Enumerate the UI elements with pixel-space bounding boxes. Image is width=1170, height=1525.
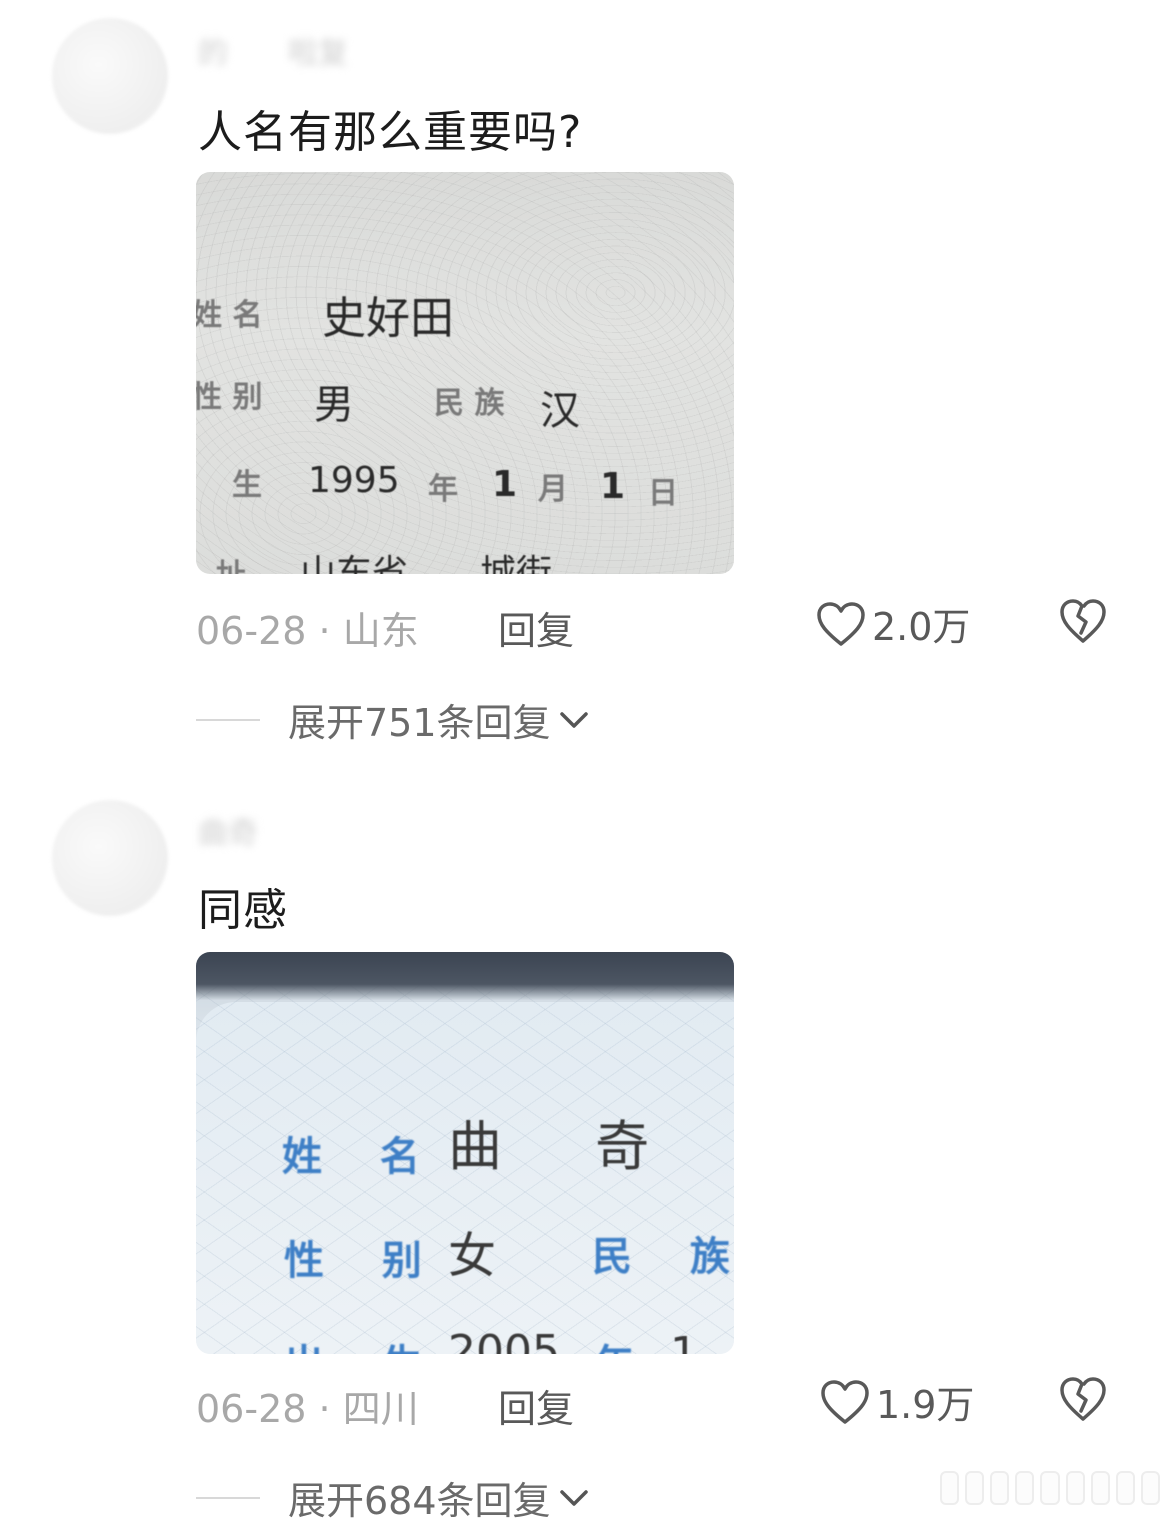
comment-date: 06-28: [196, 1387, 307, 1431]
meta-separator: ·: [318, 609, 343, 653]
broken-heart-icon[interactable]: [1058, 1374, 1108, 1424]
id-label-gender: 性 别: [196, 380, 263, 415]
id-address-value: 山东省……城街: [300, 553, 553, 574]
heart-outline-icon: [817, 601, 865, 646]
comment-image[interactable]: 姓 名 史好田 性 别 男 民 族 汉 生 1995 年 1 月 1 日 址 山…: [196, 172, 734, 574]
id-gender-value: 男: [314, 382, 354, 428]
comment-meta: 06-28 · 四川: [196, 1378, 419, 1433]
divider-line: [196, 718, 260, 721]
id-label-birth: 生: [232, 468, 262, 503]
id-label-ethnicity: 民 族: [592, 1234, 734, 1280]
chevron-down-icon: [559, 1489, 588, 1506]
id-ethnicity-value: 汉: [540, 388, 580, 434]
id-label-name: 姓 名: [196, 298, 263, 333]
id-day-value: 1: [600, 466, 626, 507]
comment-location: 山东: [342, 609, 419, 653]
avatar[interactable]: [52, 800, 168, 916]
reply-button[interactable]: 回复: [498, 600, 574, 655]
like-button[interactable]: 1.9万: [820, 1374, 974, 1429]
id-name-value: 史好田: [322, 293, 454, 344]
comment-text: 人名有那么重要吗?: [198, 107, 583, 158]
id-label-month: 月: [538, 472, 568, 507]
id-label-name: 姓 名: [282, 1134, 442, 1180]
like-button[interactable]: 2.0万: [816, 596, 970, 651]
comment-username[interactable]: 的 啦复: [198, 28, 348, 72]
comment-text: 同感: [198, 885, 288, 936]
meta-separator: ·: [318, 1387, 343, 1431]
id-label-year: 年: [594, 1332, 656, 1354]
id-label-birth: 出 生: [284, 1332, 444, 1354]
expand-replies-label: 展开684条回复: [288, 1479, 551, 1523]
comment-meta: 06-28 · 山东: [196, 600, 419, 655]
watermark: [940, 1470, 1160, 1506]
id-gender-value: 女: [448, 1228, 535, 1284]
expand-replies-label: 展开751条回复: [288, 701, 551, 745]
comment-image[interactable]: 姓 名 曲 奇 性 别 女 民 族 出 生 2005 年 1: [196, 952, 734, 1354]
id-label-year: 年: [428, 472, 458, 507]
id-year-value: 2005: [448, 1326, 560, 1354]
id-label-gender: 性 别: [284, 1238, 444, 1284]
like-count: 1.9万: [876, 1383, 975, 1427]
broken-heart-icon[interactable]: [1058, 596, 1108, 646]
id-name-value: 曲 奇: [448, 1115, 688, 1178]
expand-replies-button[interactable]: 展开684条回复: [196, 1470, 589, 1525]
reply-button[interactable]: 回复: [498, 1378, 574, 1433]
chevron-down-icon: [559, 711, 588, 728]
comment-location: 四川: [342, 1387, 419, 1431]
id-month-value: 1: [492, 464, 518, 505]
expand-replies-button[interactable]: 展开751条回复: [196, 692, 589, 747]
heart-outline-icon: [821, 1379, 869, 1424]
id-label-address: 址: [216, 550, 246, 574]
divider-line: [196, 1496, 260, 1499]
avatar[interactable]: [52, 18, 168, 134]
id-year-value: 1995: [308, 460, 400, 501]
comment-date: 06-28: [196, 609, 307, 653]
id-label-ethnicity: 民 族: [434, 386, 505, 421]
id-month-value: 1: [670, 1328, 698, 1354]
comment-username[interactable]: 曲奇: [198, 808, 258, 852]
id-label-day: 日: [648, 476, 678, 511]
like-count: 2.0万: [872, 605, 971, 649]
